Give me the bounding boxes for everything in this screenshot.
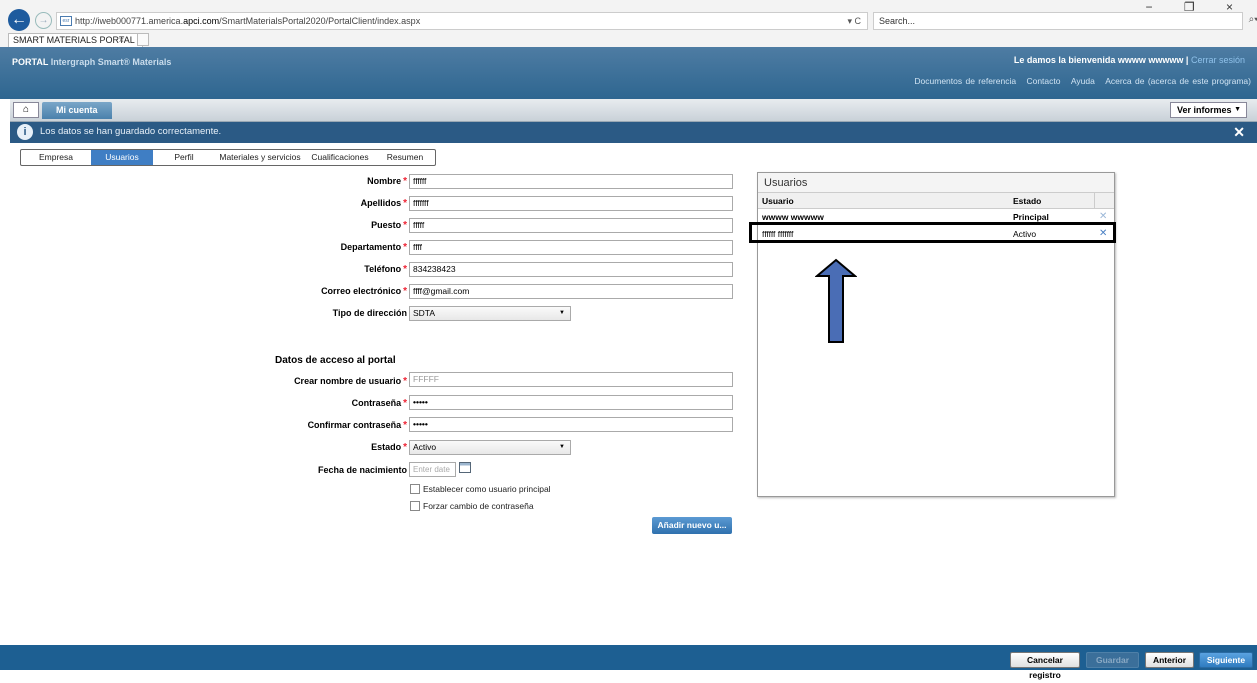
brand-logo: PORTAL Intergraph Smart® Materials [12,57,171,67]
telefono-field[interactable]: 834238423 [409,262,733,277]
home-icon[interactable]: ⌂ [13,102,39,118]
highlight-box [749,222,1116,243]
apellidos-field[interactable]: fffffff [409,196,733,211]
chevron-down-icon: ▼ [1234,106,1241,113]
password-field[interactable]: ••••• [409,395,733,410]
step-cualificaciones[interactable]: Cualificaciones [305,150,375,165]
estado-label: Estado * [371,442,407,453]
new-tab-button[interactable] [137,33,149,46]
forzar-label: Forzar cambio de contraseña [423,501,534,511]
link-ayuda[interactable]: Ayuda [1071,76,1095,86]
tab-mi-cuenta[interactable]: Mi cuenta [42,102,112,119]
username-field[interactable]: FFFFF [409,372,733,387]
search-input[interactable]: Search... ⌕▾ ⌂ ☆ ⚙ ☺ [873,12,1257,30]
save-button[interactable]: Guardar [1086,652,1139,668]
browser-chrome: ← → esr http://iweb000771.america.apci.c… [0,0,1257,47]
table-header: Usuario Estado [758,193,1114,209]
principal-checkbox[interactable] [410,484,420,494]
departamento-field[interactable]: ffff [409,240,733,255]
logout-link[interactable]: Cerrar sesión [1191,55,1245,65]
confirm-password-field[interactable]: ••••• [409,417,733,432]
next-button[interactable]: Siguiente [1199,652,1253,668]
tab-close-icon[interactable]: × [119,34,124,47]
nombre-label: Nombre * [367,176,407,187]
step-label: Resumen [386,152,424,162]
estado-select[interactable]: Activo ▼ [409,440,571,455]
apellidos-label: Apellidos * [360,198,407,209]
nombre-field[interactable]: ffffff [409,174,733,189]
forzar-checkbox[interactable] [410,501,420,511]
window-controls[interactable]: − ❐ × [1146,0,1247,14]
fecha-label: Fecha de nacimiento [317,465,407,475]
link-documentos[interactable]: Documentos de referencia [914,76,1016,86]
telefono-label: Teléfono * [364,264,407,275]
date-field[interactable]: Enter date [409,462,456,477]
chevron-down-icon: ▼ [559,444,565,450]
welcome-text: Le damos la bienvenida wwww wwwww | Cerr… [1014,55,1245,65]
step-label: Materiales y servicios [219,152,301,162]
departamento-label: Departamento * [340,242,407,253]
cancel-button[interactable]: Cancelar registro [1010,652,1080,680]
step-resumen[interactable]: Resumen [375,150,435,165]
principal-label: Establecer como usuario principal [423,484,551,494]
url-domain: apci.com [183,16,220,26]
header-links: Documentos de referencia Contacto Ayuda … [907,76,1251,86]
reports-label: Ver informes [1177,105,1232,115]
panel-title: Usuarios [758,173,1114,193]
reports-button[interactable]: Ver informes ▼ [1170,102,1247,118]
confirmar-label: Confirmar contraseña * [307,420,407,431]
info-bar: i Los datos se han guardado correctament… [10,122,1257,143]
tab-title: SMART MATERIALS PORTAL [13,35,135,45]
step-perfil[interactable]: Perfil [153,150,215,165]
tipo-direccion-label: Tipo de dirección [332,308,407,318]
url-suffix: /SmartMaterialsPortal2020/PortalClient/i… [219,16,421,26]
wizard-steps: Empresa Usuarios Perfil Materiales y ser… [20,149,436,166]
select-value: SDTA [413,308,436,318]
step-label: Empresa [38,152,73,162]
puesto-label: Puesto * [371,220,407,231]
close-icon[interactable]: ✕ [1233,122,1245,142]
info-icon: i [17,124,33,140]
browser-tab[interactable]: SMART MATERIALS PORTAL × [8,33,143,47]
email-field[interactable]: ffff@gmail.com [409,284,733,299]
search-placeholder: Search... [879,16,916,26]
step-label: Cualificaciones [311,152,369,162]
usuario-label: Crear nombre de usuario * [294,376,407,387]
step-usuarios[interactable]: Usuarios [91,150,153,165]
brand-name: Intergraph Smart® Materials [50,57,172,67]
select-value: Activo [413,442,437,452]
previous-button[interactable]: Anterior [1145,652,1194,668]
tipo-direccion-select[interactable]: SDTA ▼ [409,306,571,321]
step-label: Perfil [174,152,194,162]
users-panel: Usuarios Usuario Estado wwww wwwww Princ… [757,172,1115,497]
welcome-message: Le damos la bienvenida wwww wwwww | [1013,55,1189,65]
app-header: PORTAL Intergraph Smart® Materials Le da… [0,47,1257,99]
chevron-down-icon: ▼ [559,310,565,316]
link-contacto[interactable]: Contacto [1026,76,1060,86]
toolbar-icons[interactable]: ⌕▾ ⌂ ☆ ⚙ ☺ [1249,12,1257,28]
step-materiales[interactable]: Materiales y servicios [215,150,305,165]
favicon-icon: esr [60,16,72,26]
step-label: Usuarios [105,152,139,162]
contrasena-label: Contraseña * [351,398,407,409]
puesto-field[interactable]: fffff [409,218,733,233]
add-user-button[interactable]: Añadir nuevo u... [652,517,732,534]
address-bar[interactable]: esr http://iweb000771.america.apci.com/S… [56,12,868,30]
url-prefix: http://iweb000771.america. [75,16,184,26]
step-empresa[interactable]: Empresa [21,150,91,165]
info-message: Los datos se han guardado correctamente. [40,126,222,137]
toolbar: ⌂ Mi cuenta Ver informes ▼ [10,99,1257,122]
link-acerca[interactable]: Acerca de (acerca de este programa) [1105,76,1251,86]
annotation-arrow-icon [815,258,857,343]
correo-label: Correo electrónico * [321,286,407,297]
refresh-icon[interactable]: ▾ C [847,13,861,29]
column-user: Usuario [762,196,794,206]
forward-button[interactable]: → [35,12,52,29]
calendar-icon[interactable] [459,462,471,473]
back-button[interactable]: ← [8,9,30,31]
brand-portal: PORTAL [12,57,49,67]
column-state: Estado [1013,196,1042,206]
section-title: Datos de acceso al portal [275,355,396,366]
